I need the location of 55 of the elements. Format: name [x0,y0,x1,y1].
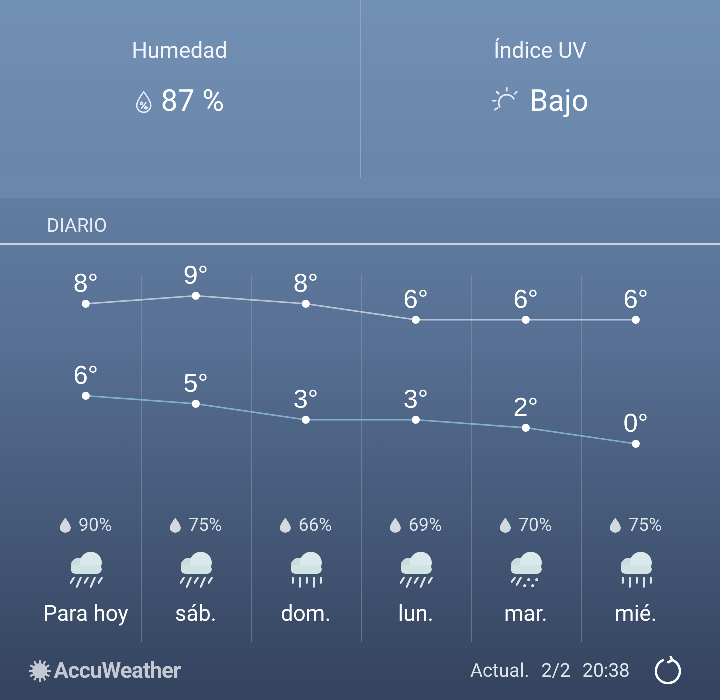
day-label: Para hoy [43,601,129,629]
metric-value: 87 % [161,84,224,120]
day-label: mar. [504,601,548,629]
raindrop-icon [60,518,71,532]
precipitation-chance: 69% [408,514,442,538]
temperature-label: 6° [74,360,98,390]
updated-label: Actual. [470,658,530,684]
temperature-point [522,424,530,432]
temperature-label: 6° [514,284,538,314]
temperature-point [632,316,640,324]
sun-logo-icon [29,660,51,682]
temperature-point [302,416,310,424]
precipitation-chance: 70% [518,514,552,538]
refresh-icon [653,656,683,686]
temperature-point [522,316,530,324]
temperature-label: 5° [184,368,208,398]
day-label: dom. [280,601,332,629]
updated-date: 2/2 [541,658,571,684]
day-label: sáb. [175,601,217,629]
temperature-label: 2° [514,392,538,422]
temperature-point [632,440,640,448]
precipitation-chance: 66% [298,514,332,538]
precipitation-chance: 75% [628,514,662,538]
temperature-point [412,416,420,424]
raindrop-icon [280,518,291,532]
temperature-label: 8° [74,268,98,298]
temperature-label: 6° [404,284,428,314]
temperature-label: 6° [624,284,648,314]
temperature-point [82,300,90,308]
temperature-label: 0° [624,408,648,438]
temperature-point [192,292,200,300]
precipitation-chance: 75% [188,514,222,538]
day-label: mié. [614,601,658,629]
temperature-point [412,316,420,324]
raindrop-icon [500,518,511,532]
refresh-button[interactable] [652,655,684,687]
temperature-label: 9° [184,260,208,290]
updated-time: 20:38 [582,658,630,684]
humidity-drop-icon [135,90,154,114]
section-title: DIARIO [47,214,108,238]
temperature-point [82,392,90,400]
precipitation-chance: 90% [78,514,112,538]
temperature-label: 3° [404,384,428,414]
raindrop-icon [170,518,181,532]
temperature-label: 8° [294,268,318,298]
temperature-label: 3° [294,384,318,414]
temperature-point [302,300,310,308]
metric-value: Bajo [530,84,589,120]
metric-label: Índice UV [494,38,587,66]
temperature-point [192,400,200,408]
raindrop-icon [390,518,401,532]
raindrop-icon [610,518,621,532]
metric-label: Humedad [132,38,228,66]
brand-logo: AccuWeather [54,658,181,686]
day-label: lun. [398,601,434,629]
